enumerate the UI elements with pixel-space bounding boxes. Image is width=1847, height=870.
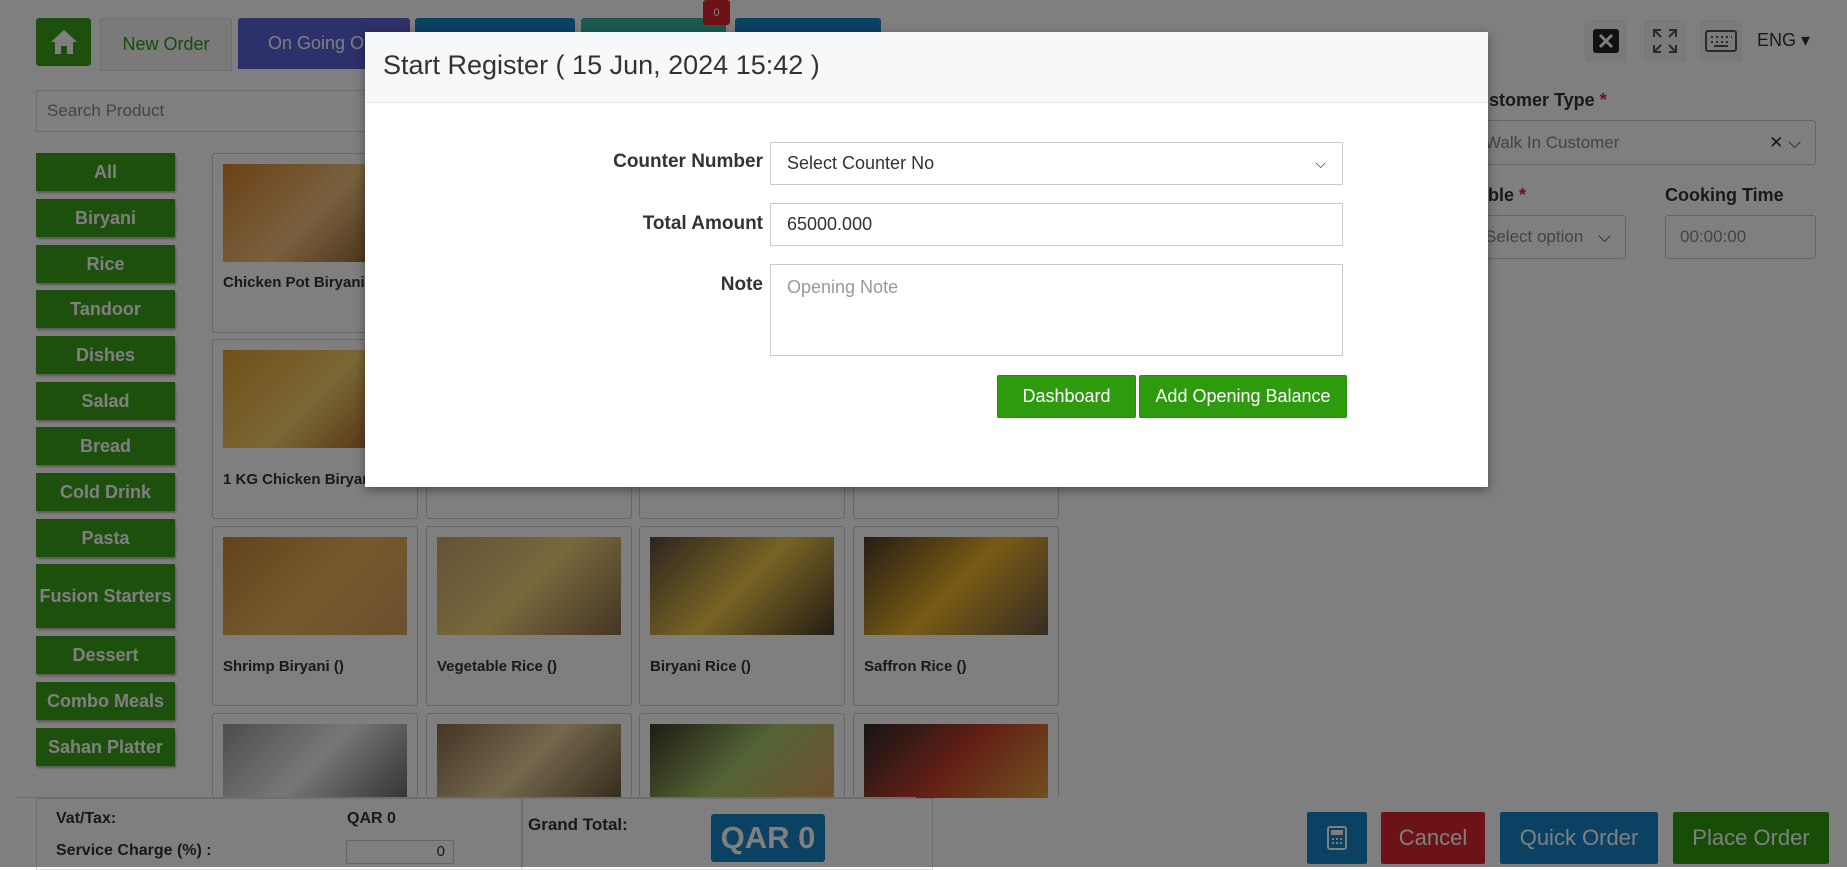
counter-number-label: Counter Number	[613, 151, 763, 172]
modal-title: Start Register ( 15 Jun, 2024 15:42 )	[383, 50, 820, 80]
dashboard-button[interactable]: Dashboard	[997, 375, 1136, 418]
counter-number-select[interactable]: Select Counter No ⌵	[770, 142, 1343, 185]
modal-header: Start Register ( 15 Jun, 2024 15:42 )	[365, 32, 1488, 103]
note-textarea[interactable]: Opening Note	[770, 264, 1343, 356]
chevron-down-icon: ⌵	[1315, 155, 1326, 171]
note-label: Note	[720, 274, 763, 295]
total-amount-label: Total Amount	[642, 213, 763, 234]
add-opening-balance-button[interactable]: Add Opening Balance	[1139, 375, 1347, 418]
start-register-modal: Start Register ( 15 Jun, 2024 15:42 ) Co…	[365, 32, 1488, 487]
counter-number-value: Select Counter No	[787, 153, 935, 173]
total-amount-input[interactable]: 65000.000	[770, 203, 1343, 246]
